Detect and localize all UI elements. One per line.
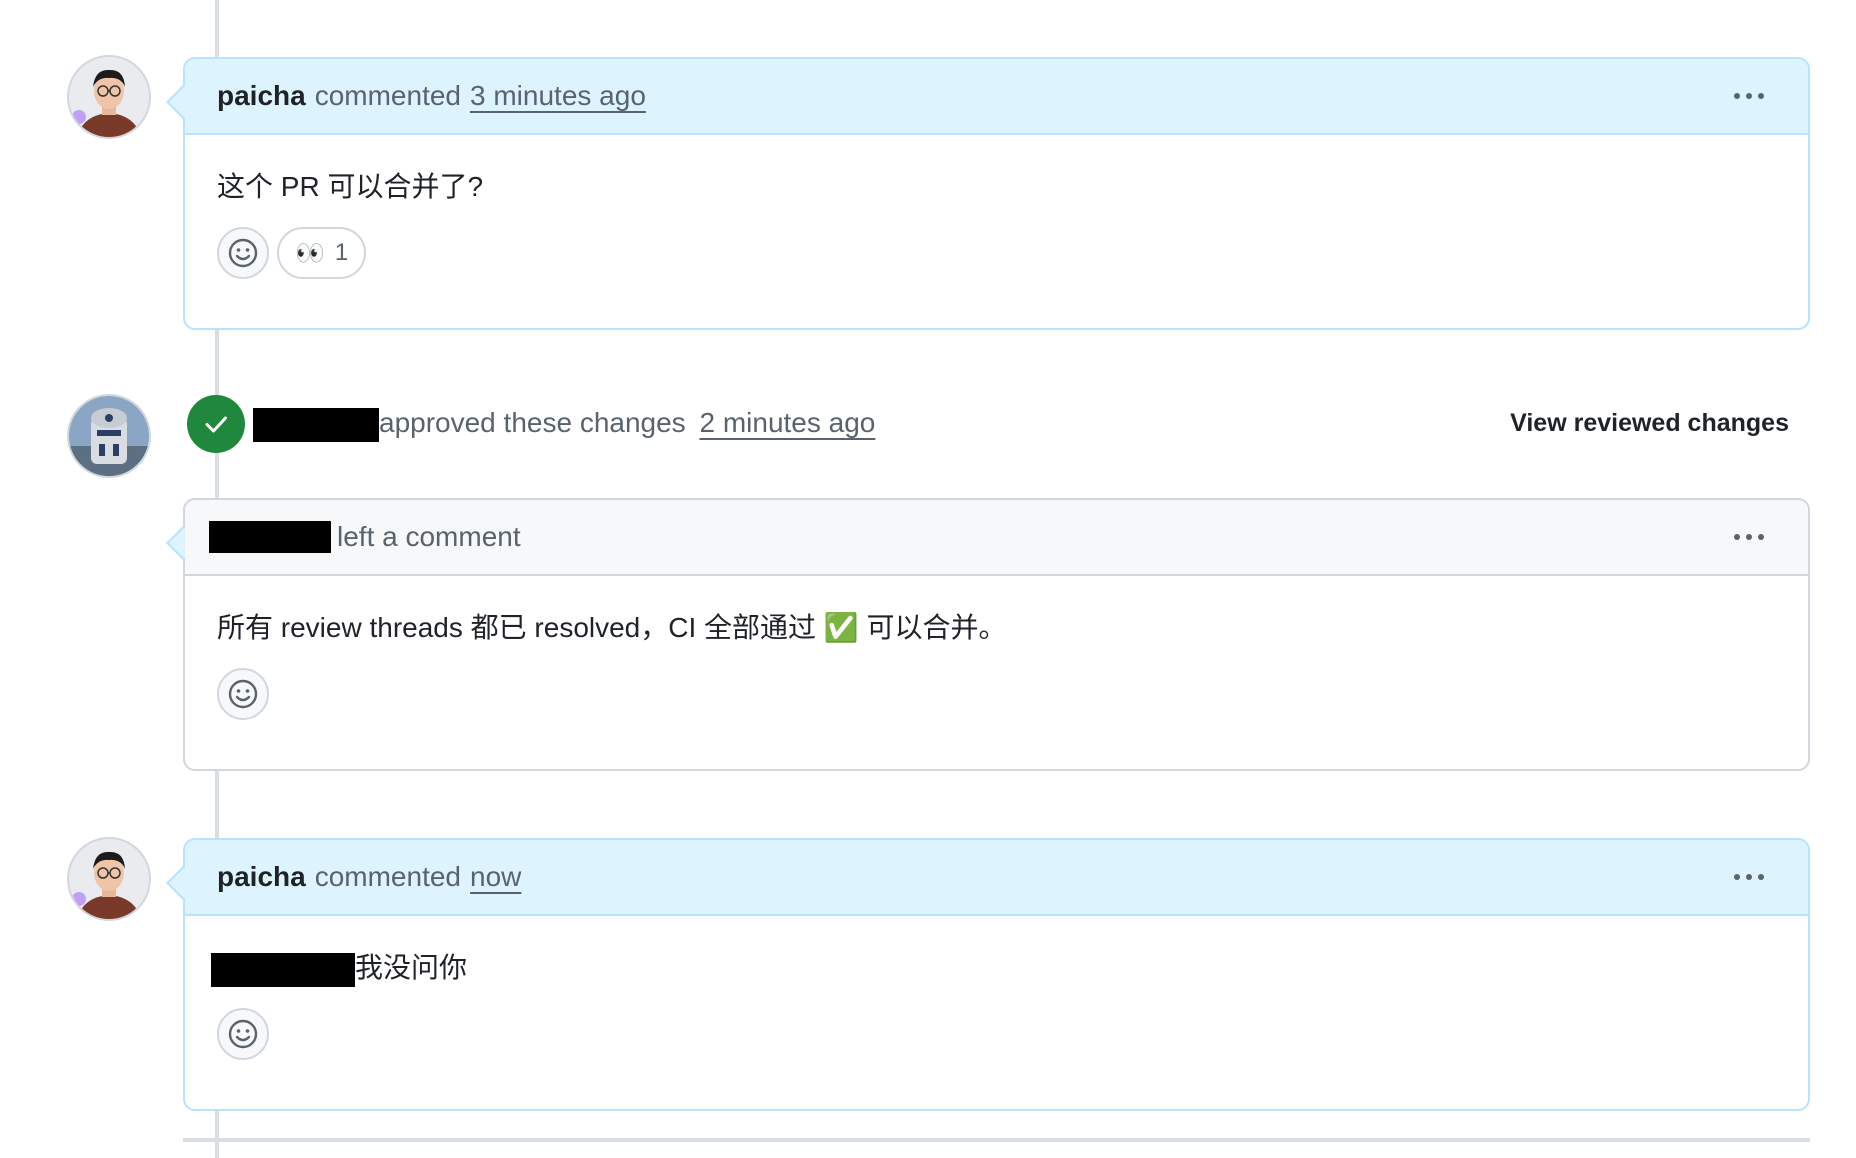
comment-action: commented <box>314 80 461 111</box>
review-event: approved these changes 2 minutes ago Vie… <box>187 395 1807 455</box>
avatar-paicha[interactable] <box>67 55 151 139</box>
comment-header: left a comment <box>185 500 1808 576</box>
smiley-icon <box>228 1019 258 1049</box>
add-reaction-button[interactable] <box>217 668 269 720</box>
comment-1: paicha commented 3 minutes ago 这个 PR 可以合… <box>183 57 1810 330</box>
kebab-horizontal-icon[interactable] <box>1726 526 1772 548</box>
comment-3: paicha commented now 我没问你 <box>183 838 1810 1111</box>
add-reaction-button[interactable] <box>217 1008 269 1060</box>
review-timestamp[interactable]: 2 minutes ago <box>699 407 875 438</box>
smiley-icon <box>228 238 258 268</box>
kebab-horizontal-icon[interactable] <box>1726 85 1772 107</box>
comment-text: 我没问你 <box>355 952 468 983</box>
kebab-horizontal-icon[interactable] <box>1726 866 1772 888</box>
comment-header: paicha commented 3 minutes ago <box>185 59 1808 135</box>
comment-author[interactable]: paicha <box>217 861 306 893</box>
redacted-mention <box>211 952 355 987</box>
comment-action: commented <box>314 861 461 892</box>
comment-author[interactable]: paicha <box>217 80 306 112</box>
comment-header: paicha commented now <box>185 840 1808 916</box>
smiley-icon <box>228 679 258 709</box>
review-action: approved these changes <box>379 407 686 438</box>
redacted-username <box>209 521 331 553</box>
reaction-count: 1 <box>334 239 349 266</box>
view-reviewed-changes-link[interactable]: View reviewed changes <box>1510 409 1789 438</box>
reaction-eyes-button[interactable]: 👀 1 <box>277 227 367 279</box>
timeline-divider <box>183 1138 1810 1142</box>
check-icon <box>205 416 227 433</box>
comment-body: 这个 PR 可以合并了? <box>217 171 484 202</box>
add-reaction-button[interactable] <box>217 227 269 279</box>
approve-badge <box>187 395 245 453</box>
eyes-emoji: 👀 <box>295 239 325 267</box>
reactions-bar: 👀 1 <box>185 207 1808 309</box>
avatar-reviewer[interactable] <box>67 394 151 478</box>
comment-body: 我没问你 <box>185 916 1808 988</box>
comment-timestamp[interactable]: now <box>470 861 521 893</box>
redacted-username <box>253 407 379 442</box>
comment-timestamp[interactable]: 3 minutes ago <box>470 80 646 112</box>
reactions-bar <box>185 988 1808 1090</box>
avatar-paicha[interactable] <box>67 837 151 921</box>
comment-body: 所有 review threads 都已 resolved，CI 全部通过 ✅ … <box>217 612 1007 643</box>
reactions-bar <box>185 648 1808 750</box>
comment-action: left a comment <box>337 521 521 552</box>
comment-2: left a comment 所有 review threads 都已 reso… <box>183 498 1810 771</box>
review-summary: approved these changes 2 minutes ago <box>253 407 875 442</box>
